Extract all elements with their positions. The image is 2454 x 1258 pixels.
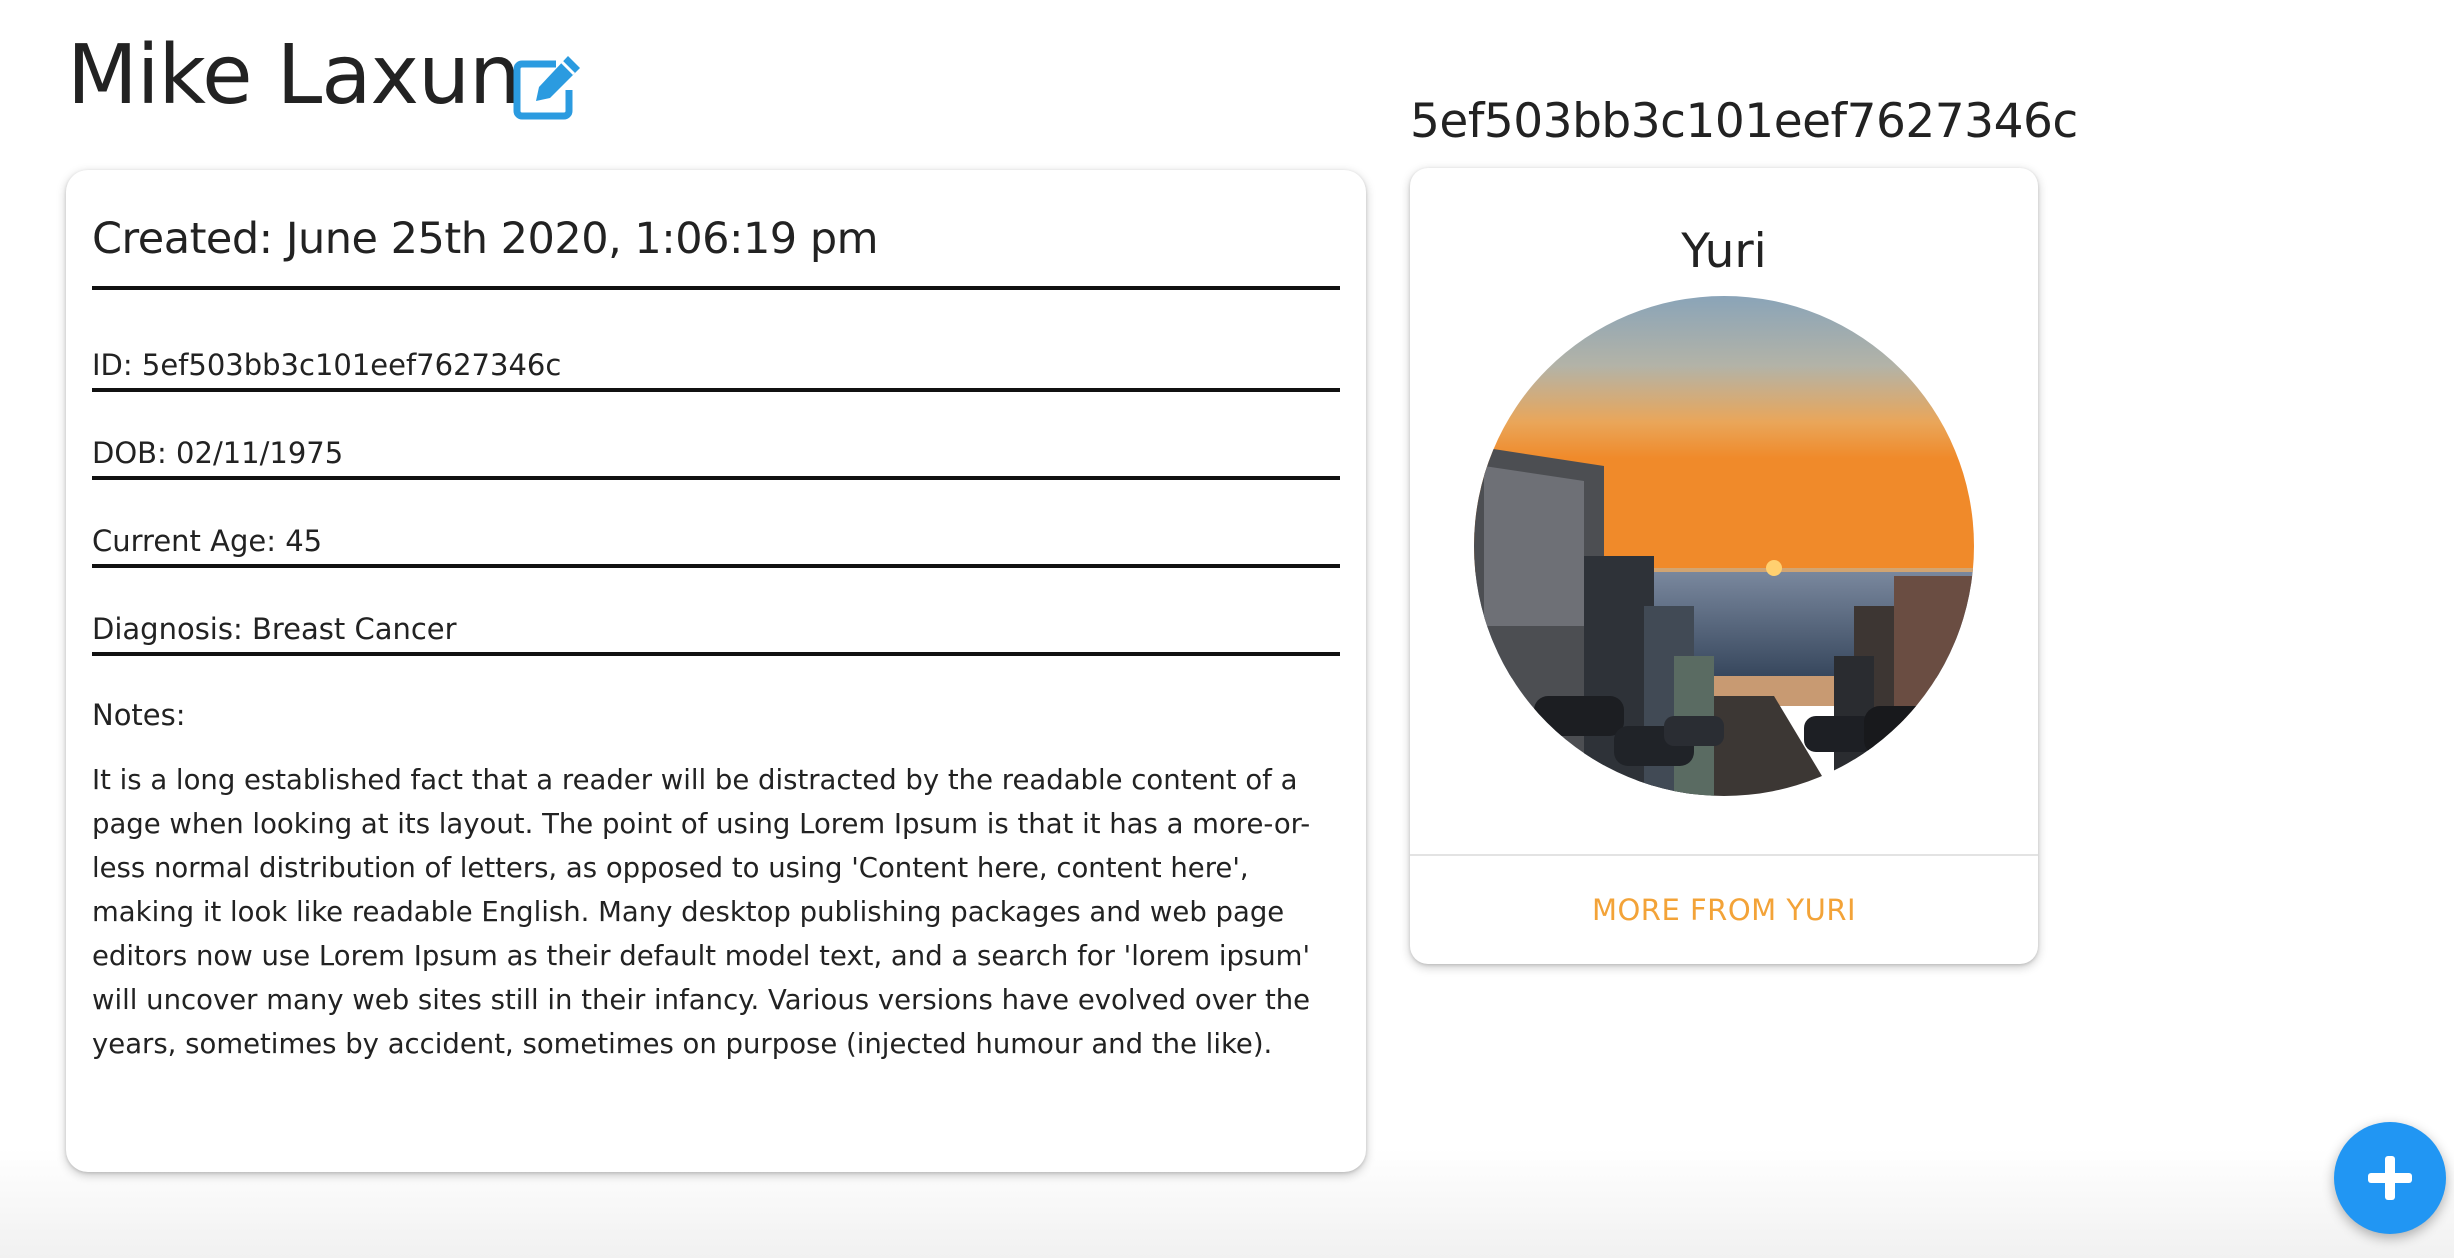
plus-icon — [2368, 1156, 2412, 1200]
patient-id-field: ID: 5ef503bb3c101eef7627346c — [92, 348, 1340, 392]
more-from-doctor-button[interactable]: MORE FROM YURI — [1410, 856, 2038, 964]
diagnosis-value: Breast Cancer — [251, 612, 457, 646]
doctor-card: Yuri MORE FROM YURI — [1410, 168, 2038, 964]
page-title: Mike Laxun — [67, 28, 521, 123]
diagnosis-label: Diagnosis: — [92, 612, 252, 646]
edit-icon[interactable] — [510, 50, 586, 122]
patient-details-card: Created: June 25th 2020, 1:06:19 pm ID: … — [66, 170, 1366, 1172]
avatar-sunset-photo — [1474, 296, 1974, 796]
dob-label: DOB: — [92, 436, 177, 470]
notes-label: Notes: — [92, 698, 186, 732]
notes-text: It is a long established fact that a rea… — [92, 764, 1311, 1060]
dob-value: 02/11/1975 — [176, 436, 344, 470]
doctor-name: Yuri — [1681, 224, 1767, 279]
doctor-avatar — [1474, 296, 1974, 796]
diagnosis-field: Diagnosis: Breast Cancer — [92, 612, 1340, 656]
patient-id-label: ID: — [92, 348, 142, 382]
created-timestamp: Created: June 25th 2020, 1:06:19 pm — [92, 214, 1340, 290]
current-age-value: 45 — [285, 524, 323, 558]
add-button[interactable] — [2334, 1122, 2446, 1234]
current-age-label: Current Age: — [92, 524, 286, 558]
patient-id-value: 5ef503bb3c101eef7627346c — [141, 348, 562, 382]
dob-field: DOB: 02/11/1975 — [92, 436, 1340, 480]
doctor-id: 5ef503bb3c101eef7627346c — [1410, 94, 2078, 149]
current-age-field: Current Age: 45 — [92, 524, 1340, 568]
